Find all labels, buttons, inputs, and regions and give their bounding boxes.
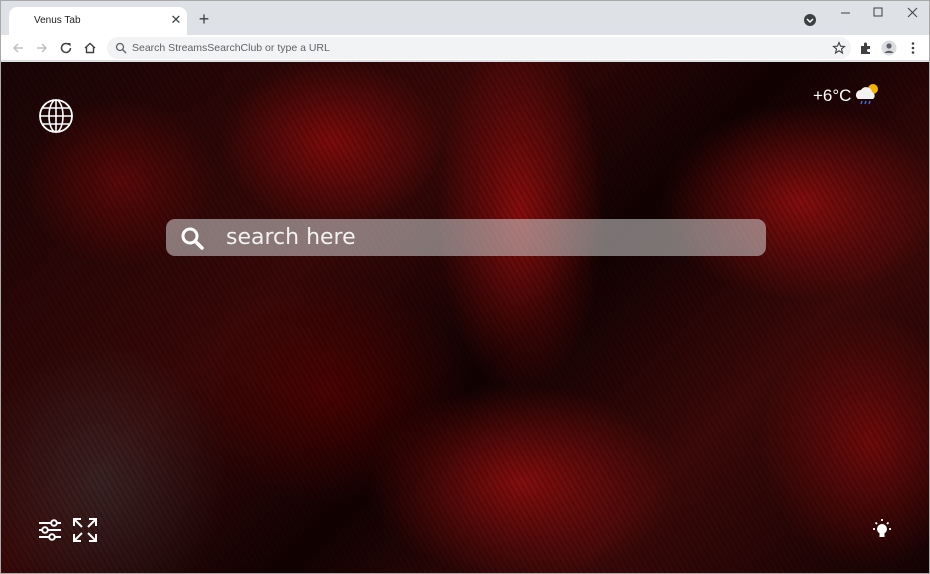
browser-window: Venus Tab ✕ + Search StreamsSearchClub o…: [0, 0, 930, 574]
new-tab-button[interactable]: +: [195, 10, 213, 28]
tab-search-icon[interactable]: [803, 13, 817, 27]
search-bar[interactable]: [166, 219, 766, 256]
weather-temperature: +6°C: [813, 86, 852, 105]
tab-strip: Venus Tab ✕ +: [1, 1, 929, 35]
address-bar[interactable]: Search StreamsSearchClub or type a URL: [107, 37, 851, 59]
tab-venus[interactable]: Venus Tab ✕: [9, 7, 187, 35]
reload-icon[interactable]: [58, 40, 74, 56]
address-bar-placeholder: Search StreamsSearchClub or type a URL: [132, 42, 330, 54]
new-tab-page: +6°C: [1, 62, 929, 573]
lightbulb-icon[interactable]: [869, 517, 895, 543]
bookmark-star-icon[interactable]: [832, 41, 846, 55]
search-input[interactable]: [226, 219, 746, 256]
tab-close-icon[interactable]: ✕: [169, 13, 183, 27]
forward-icon[interactable]: [34, 40, 50, 56]
close-window-icon[interactable]: [903, 4, 923, 22]
settings-sliders-icon[interactable]: [37, 517, 63, 543]
extensions-icon[interactable]: [858, 40, 874, 56]
back-icon[interactable]: [10, 40, 26, 56]
fullscreen-icon[interactable]: [72, 517, 98, 543]
profile-avatar-icon[interactable]: [881, 40, 897, 56]
globe-icon[interactable]: [38, 98, 74, 134]
cloud-rain-sun-icon: [856, 84, 878, 105]
search-icon[interactable]: [180, 226, 204, 250]
kebab-menu-icon[interactable]: [905, 40, 921, 56]
home-icon[interactable]: [82, 40, 98, 56]
browser-toolbar: Search StreamsSearchClub or type a URL: [1, 35, 929, 61]
tab-title: Venus Tab: [34, 15, 81, 26]
search-icon: [115, 42, 127, 54]
maximize-icon[interactable]: [868, 4, 888, 22]
background-wallpaper: [1, 62, 929, 573]
minimize-icon[interactable]: [836, 4, 856, 22]
